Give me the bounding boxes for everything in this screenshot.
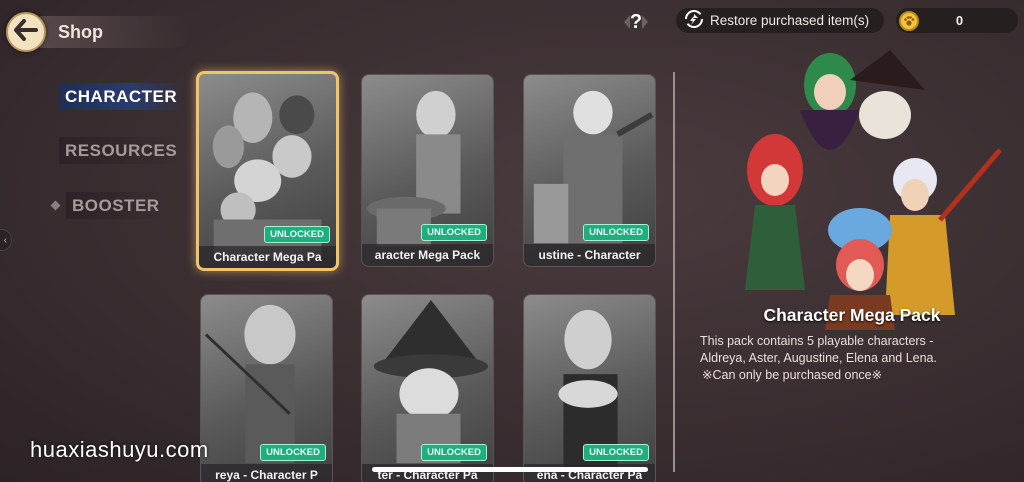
product-card-mega-pack[interactable]: UNLOCKED Character Mega Pa	[196, 71, 339, 271]
tab-resources[interactable]: RESOURCES	[49, 137, 184, 164]
description-line: Aldreya, Aster, Augustine, Elena and Len…	[700, 351, 937, 365]
product-card-augustine[interactable]: UNLOCKED ustine - Character	[523, 74, 656, 267]
watermark-text: huaxiashuyu.com	[30, 437, 209, 462]
help-label: ?	[629, 10, 643, 33]
card-title: aracter Mega Pack	[362, 244, 493, 266]
page-title: Shop	[58, 22, 103, 42]
card-title: reya - Character P	[201, 464, 332, 482]
diamond-bullet-icon	[49, 148, 55, 153]
unlocked-badge: UNLOCKED	[260, 444, 326, 461]
home-indicator[interactable]	[372, 467, 648, 472]
tab-booster[interactable]: BOOSTER	[50, 192, 180, 219]
diamond-bullet-icon	[50, 200, 61, 211]
card-title: Character Mega Pa	[199, 246, 336, 268]
back-button[interactable]	[6, 12, 46, 52]
product-card-elena[interactable]: UNLOCKED ena - Character Pa	[523, 294, 656, 482]
unlocked-badge: UNLOCKED	[421, 444, 487, 461]
product-card-mega-pack-2[interactable]: UNLOCKED aracter Mega Pack	[361, 74, 494, 267]
panel-divider	[673, 72, 675, 472]
tab-label: BOOSTER	[66, 192, 166, 219]
unlocked-badge: UNLOCKED	[583, 444, 649, 461]
arrow-left-icon	[13, 18, 39, 46]
product-card-aldreya[interactable]: UNLOCKED reya - Character P	[200, 294, 333, 482]
product-card-aster[interactable]: UNLOCKED ter - Character Pa	[361, 294, 494, 482]
diamond-bullet-icon	[49, 94, 55, 99]
tab-label: RESOURCES	[59, 137, 184, 164]
description-line: ※Can only be purchased once※	[702, 368, 883, 382]
unlocked-badge: UNLOCKED	[421, 224, 487, 241]
mega-pack-character-art	[745, 50, 1002, 330]
tab-character[interactable]: CHARACTER	[49, 83, 184, 110]
coin-value: 0	[955, 13, 964, 28]
help-button[interactable]: ?	[618, 9, 654, 35]
edge-collapse-handle[interactable]: ‹	[0, 229, 12, 251]
restore-label: Restore purchased item(s)	[710, 13, 870, 28]
unlocked-badge: UNLOCKED	[583, 224, 649, 241]
card-title: ustine - Character	[524, 244, 655, 266]
unlocked-badge: UNLOCKED	[264, 226, 330, 243]
detail-title: Character Mega Pack	[763, 305, 941, 325]
paw-coin-icon	[899, 10, 919, 31]
tab-label: CHARACTER	[59, 83, 184, 110]
description-line: This pack contains 5 playable characters…	[700, 334, 934, 348]
refresh-icon	[684, 9, 704, 32]
detail-description: This pack contains 5 playable characters…	[700, 333, 1010, 384]
